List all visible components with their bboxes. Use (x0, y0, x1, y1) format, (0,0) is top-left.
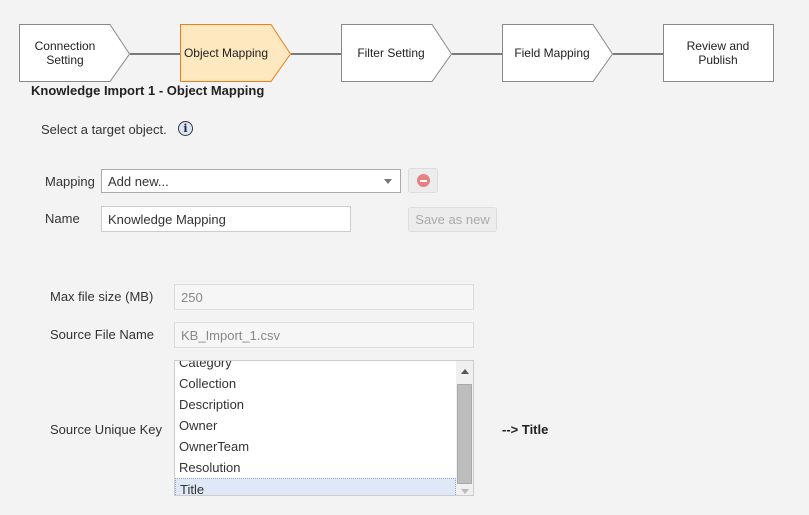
source-file-name-label: Source File Name (50, 327, 155, 342)
step-object-mapping[interactable]: Object Mapping (176, 24, 276, 82)
page-title: Knowledge Import 1 - Object Mapping (31, 83, 265, 98)
source-file-name-input[interactable]: KB_Import_1.csv (174, 322, 474, 348)
source-unique-key-list[interactable]: Category Collection Description Owner Ow… (174, 360, 474, 496)
mapping-label: Mapping (45, 174, 95, 189)
list-item[interactable]: OwnerTeam (175, 436, 456, 457)
max-file-size-input[interactable]: 250 (174, 284, 474, 310)
save-as-new-button[interactable]: Save as new (408, 207, 497, 232)
step-connection-setting[interactable]: Connection Setting (15, 24, 115, 82)
list-item[interactable]: Resolution (175, 457, 456, 478)
list-item[interactable]: Category (175, 361, 456, 373)
list-item[interactable]: Collection (175, 373, 456, 394)
step-filter-setting[interactable]: Filter Setting (341, 24, 441, 82)
name-label: Name (45, 211, 80, 226)
step-field-mapping[interactable]: Field Mapping (502, 24, 602, 82)
list-item[interactable]: Owner (175, 415, 456, 436)
name-input[interactable]: Knowledge Mapping (101, 206, 351, 232)
list-item[interactable]: Description (175, 394, 456, 415)
target-field-text: --> Title (502, 422, 549, 437)
remove-icon (416, 174, 430, 187)
mapping-select-value: Add new... (108, 173, 169, 189)
scroll-down-icon[interactable] (461, 489, 469, 494)
scroll-up-icon[interactable] (461, 369, 469, 374)
source-unique-key-label: Source Unique Key (50, 422, 163, 437)
scrollbar[interactable] (456, 361, 473, 495)
remove-mapping-button[interactable] (408, 168, 438, 193)
mapping-select[interactable]: Add new... (101, 169, 401, 193)
info-icon[interactable]: i (178, 121, 193, 136)
chevron-down-icon (384, 179, 392, 184)
max-file-size-label: Max file size (MB) (50, 289, 154, 304)
list-item-selected[interactable]: Title (175, 478, 456, 495)
instruction-text: Select a target object. (41, 122, 167, 137)
scrollbar-thumb[interactable] (457, 384, 472, 484)
step-review-publish[interactable]: Review and Publish (668, 24, 768, 82)
